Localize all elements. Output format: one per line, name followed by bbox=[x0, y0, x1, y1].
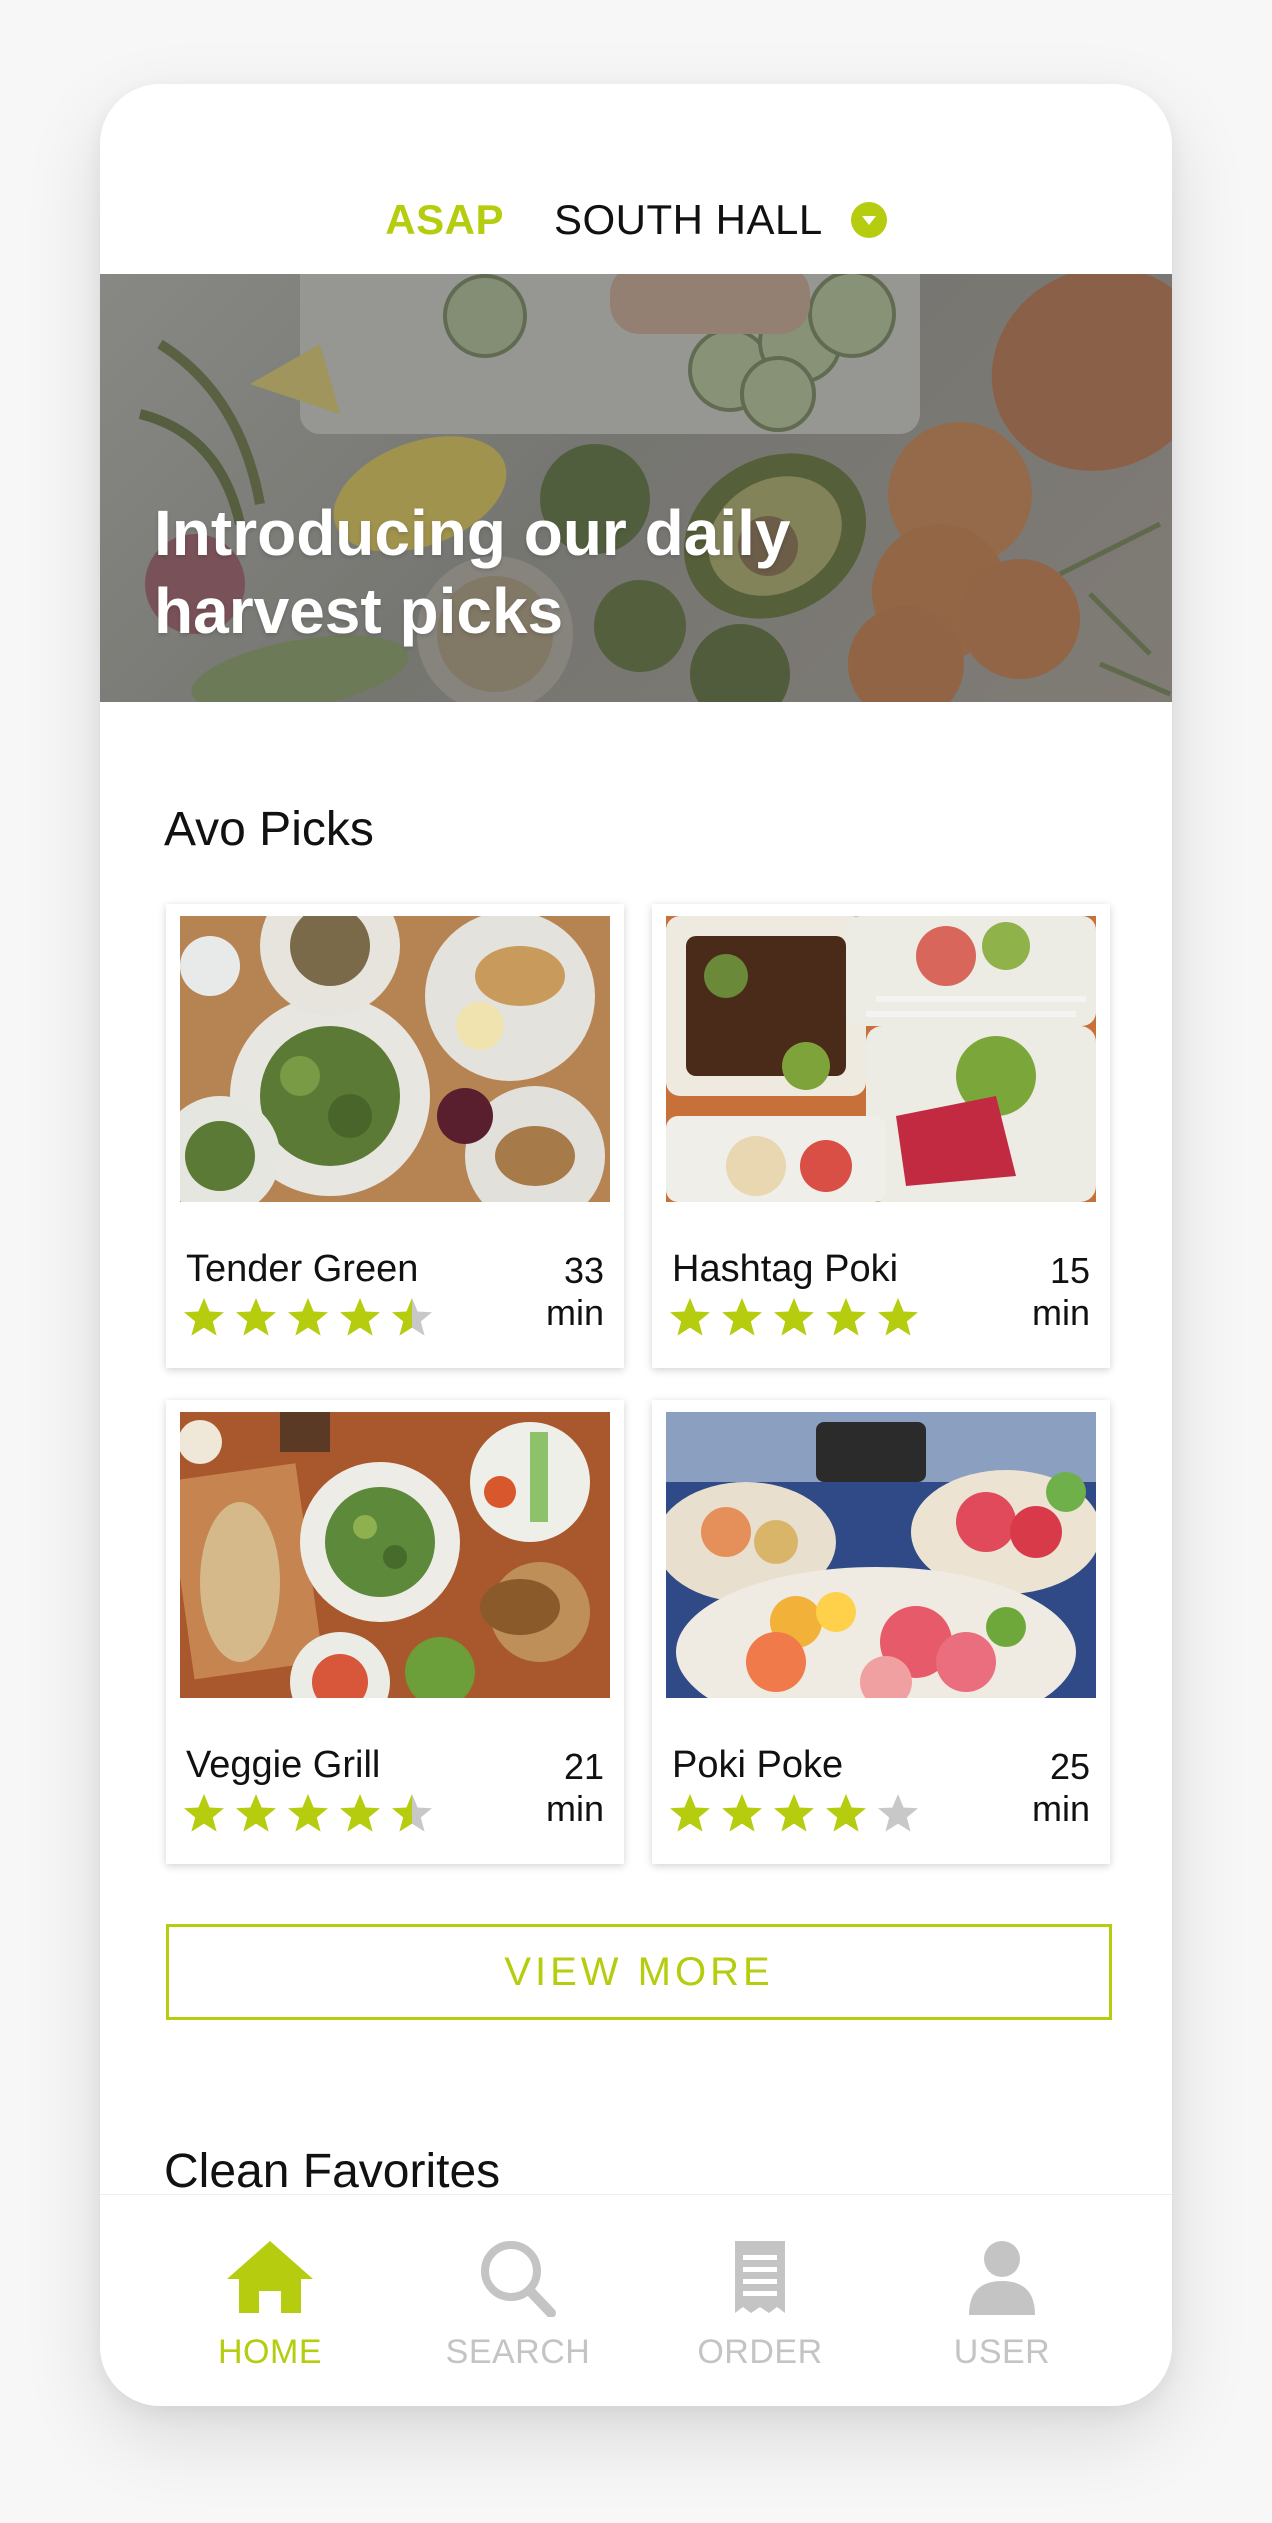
bottom-tab-bar: HOME SEARCH ORDER USER bbox=[100, 2194, 1172, 2406]
star-icon bbox=[670, 1298, 710, 1336]
tab-search-label: SEARCH bbox=[445, 2333, 591, 2371]
tab-order-label: ORDER bbox=[697, 2333, 823, 2371]
star-icon bbox=[288, 1794, 328, 1832]
delivery-time: 15 min bbox=[1031, 1250, 1090, 1333]
delivery-time-selector[interactable]: ASAP bbox=[385, 196, 504, 244]
location-selector[interactable]: SOUTH HALL bbox=[554, 196, 823, 244]
tab-user[interactable]: USER bbox=[902, 2237, 1102, 2372]
star-rating bbox=[668, 1792, 928, 1836]
restaurant-card-tender-green[interactable]: Tender Green 33 min bbox=[166, 904, 624, 1368]
section-title-avo-picks: Avo Picks bbox=[164, 803, 374, 856]
star-rating bbox=[182, 1296, 442, 1340]
restaurant-name: Veggie Grill bbox=[186, 1744, 381, 1786]
star-rating bbox=[182, 1792, 442, 1836]
section-title-clean-favorites: Clean Favorites bbox=[164, 2145, 501, 2198]
delivery-time: 25 min bbox=[1031, 1746, 1090, 1829]
receipt-icon bbox=[735, 2241, 785, 2313]
star-icon bbox=[722, 1298, 762, 1336]
star-icon bbox=[392, 1298, 432, 1336]
chevron-down-icon[interactable] bbox=[850, 202, 887, 238]
star-icon bbox=[340, 1794, 380, 1832]
restaurant-card-poki-poke[interactable]: Poki Poke 25 min bbox=[652, 1400, 1110, 1864]
tab-home-label: HOME bbox=[218, 2333, 322, 2371]
home-icon bbox=[227, 2241, 313, 2313]
star-icon bbox=[184, 1298, 224, 1336]
restaurant-card-veggie-grill[interactable]: Veggie Grill 21 min bbox=[166, 1400, 624, 1864]
restaurant-name: Poki Poke bbox=[672, 1744, 844, 1786]
star-icon bbox=[878, 1794, 918, 1832]
star-icon bbox=[288, 1298, 328, 1336]
view-more-button[interactable]: VIEW MORE bbox=[166, 1924, 1112, 2020]
restaurant-name: Tender Green bbox=[186, 1248, 419, 1290]
star-icon bbox=[236, 1794, 276, 1832]
delivery-time: 21 min bbox=[545, 1746, 604, 1829]
star-rating bbox=[668, 1296, 928, 1340]
hero-title: Introducing our daily harvest picks bbox=[154, 497, 791, 647]
star-icon bbox=[878, 1298, 918, 1336]
user-icon bbox=[969, 2241, 1035, 2315]
delivery-time: 33 min bbox=[545, 1250, 604, 1333]
search-icon bbox=[481, 2241, 556, 2317]
restaurant-card-hashtag-poki[interactable]: Hashtag Poki 15 min bbox=[652, 904, 1110, 1368]
phone-screen: ASAP SOUTH HALL Introducing our daily ha… bbox=[100, 84, 1172, 2406]
top-bar: ASAP SOUTH HALL bbox=[100, 84, 1172, 274]
restaurant-photo bbox=[666, 916, 1096, 1202]
tab-home[interactable]: HOME bbox=[170, 2237, 370, 2372]
hero-banner[interactable]: Introducing our daily harvest picks bbox=[100, 274, 1172, 702]
tab-order[interactable]: ORDER bbox=[660, 2237, 860, 2372]
star-icon bbox=[774, 1794, 814, 1832]
restaurant-name: Hashtag Poki bbox=[672, 1248, 899, 1290]
star-icon bbox=[826, 1298, 866, 1336]
star-icon bbox=[722, 1794, 762, 1832]
star-icon bbox=[236, 1298, 276, 1336]
star-icon bbox=[184, 1794, 224, 1832]
tab-user-label: USER bbox=[953, 2333, 1051, 2371]
tab-search[interactable]: SEARCH bbox=[418, 2237, 618, 2372]
restaurant-photo bbox=[180, 1412, 610, 1698]
star-icon bbox=[340, 1298, 380, 1336]
star-icon bbox=[392, 1794, 432, 1832]
star-icon bbox=[670, 1794, 710, 1832]
restaurant-photo bbox=[180, 916, 610, 1202]
star-icon bbox=[774, 1298, 814, 1336]
star-icon bbox=[826, 1794, 866, 1832]
restaurant-photo bbox=[666, 1412, 1096, 1698]
